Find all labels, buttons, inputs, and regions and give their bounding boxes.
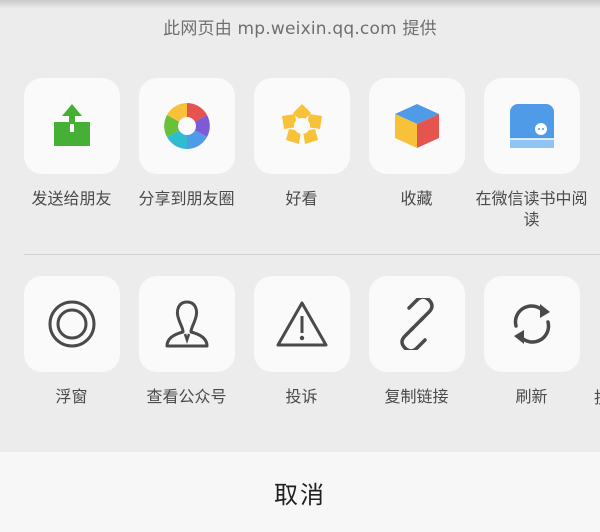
official-account-action[interactable]: 查看公众号 bbox=[129, 276, 244, 407]
wow-label: 好看 bbox=[285, 189, 318, 208]
refresh-icon bbox=[513, 304, 550, 344]
moments-aperture-icon bbox=[163, 103, 210, 149]
float-window-tile[interactable] bbox=[23, 276, 120, 372]
send-to-friend-action[interactable]: 发送给朋友 bbox=[14, 78, 129, 209]
share-moments-action[interactable]: 分享到朋友圈 bbox=[129, 78, 244, 209]
official-account-icon bbox=[165, 300, 208, 348]
tool-actions-row: 浮窗 查看公众号 投诉 复制链接 刷新 bbox=[0, 276, 600, 446]
weread-label: 在微信读书中阅读 bbox=[475, 189, 588, 229]
share-moments-tile[interactable] bbox=[138, 78, 235, 174]
copy-link-action[interactable]: 复制链接 bbox=[359, 276, 474, 407]
report-action[interactable]: 投诉 bbox=[244, 276, 359, 407]
favorites-action[interactable]: 收藏 bbox=[359, 78, 474, 209]
cancel-button[interactable]: 取消 bbox=[0, 452, 600, 532]
favorites-cube-icon bbox=[394, 104, 439, 148]
float-window-label: 浮窗 bbox=[55, 387, 88, 406]
float-window-icon bbox=[48, 300, 95, 348]
share-moments-label: 分享到朋友圈 bbox=[138, 189, 235, 208]
wow-star-icon bbox=[281, 104, 322, 144]
copy-link-tile[interactable] bbox=[368, 276, 465, 372]
wow-action[interactable]: 好看 bbox=[244, 78, 359, 209]
share-upload-icon bbox=[53, 104, 90, 146]
share-actions-row: 发送给朋友 分享到朋友圈 好看 收藏 在微信读书中阅读 bbox=[0, 78, 600, 248]
float-window-action[interactable]: 浮窗 bbox=[14, 276, 129, 407]
send-to-friend-label: 发送给朋友 bbox=[31, 189, 112, 208]
page-top-strip bbox=[0, 0, 600, 8]
section-divider bbox=[24, 254, 600, 255]
weread-action[interactable]: 在微信读书中阅读 bbox=[474, 78, 589, 230]
cancel-label: 取消 bbox=[274, 480, 326, 509]
weread-book-icon bbox=[509, 104, 554, 148]
wow-tile[interactable] bbox=[253, 78, 350, 174]
send-to-friend-tile[interactable] bbox=[23, 78, 120, 174]
refresh-label: 刷新 bbox=[515, 387, 548, 406]
partial-next-label[interactable]: 投 bbox=[594, 384, 600, 408]
report-tile[interactable] bbox=[253, 276, 350, 372]
source-hint: 此网页由 mp.weixin.qq.com 提供 bbox=[163, 19, 437, 39]
link-icon bbox=[399, 298, 434, 350]
favorites-label: 收藏 bbox=[400, 189, 433, 208]
report-label: 投诉 bbox=[285, 387, 318, 406]
refresh-tile[interactable] bbox=[483, 276, 580, 372]
official-account-tile[interactable] bbox=[138, 276, 235, 372]
weread-tile[interactable] bbox=[483, 78, 580, 174]
copy-link-label: 复制链接 bbox=[384, 387, 449, 406]
official-account-label: 查看公众号 bbox=[146, 387, 227, 406]
warning-triangle-icon bbox=[276, 301, 327, 347]
favorites-tile[interactable] bbox=[368, 78, 465, 174]
refresh-action[interactable]: 刷新 bbox=[474, 276, 589, 407]
